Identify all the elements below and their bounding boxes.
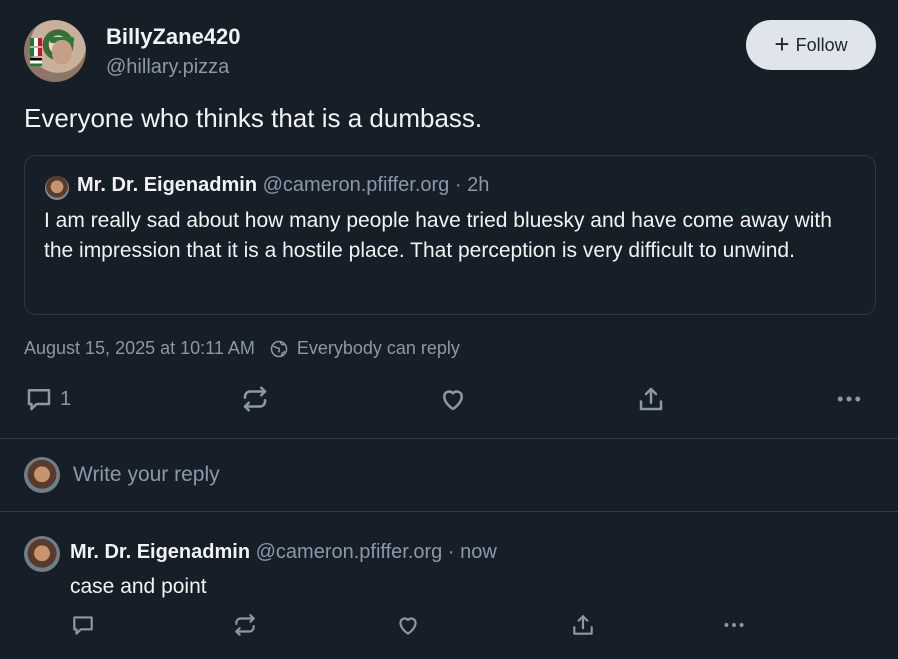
follow-label: Follow <box>795 34 848 55</box>
flag-sticker-2 <box>30 48 42 56</box>
speech-bubble-icon <box>73 616 93 635</box>
reply-author-avatar[interactable] <box>24 536 60 572</box>
share-icon <box>573 615 593 635</box>
flag-sticker-1 <box>30 38 42 46</box>
reply-button[interactable]: 1 <box>24 382 71 416</box>
flag-sticker-3 <box>30 58 42 66</box>
face <box>52 40 72 64</box>
reply-composer[interactable]: Write your reply <box>24 456 874 494</box>
more-dots-icon <box>837 396 861 402</box>
post-meta: August 15, 2025 at 10:11 AM Everybody ca… <box>24 338 460 359</box>
quoted-author-name: Mr. Dr. Eigenadmin <box>77 174 258 196</box>
quoted-post[interactable]: Mr. Dr. Eigenadmin @cameron.pfiffer.org … <box>24 155 876 315</box>
heart-icon <box>399 617 417 635</box>
repost-icon <box>235 614 255 636</box>
more-options-button[interactable] <box>834 382 864 416</box>
reply-placeholder: Write your reply <box>73 463 220 486</box>
heart-icon <box>443 390 463 411</box>
reply-reply-button[interactable] <box>70 612 96 643</box>
like-button[interactable] <box>438 382 468 416</box>
reply-count: 1 <box>60 387 72 410</box>
reply-more-button[interactable] <box>721 612 747 643</box>
current-user-avatar <box>24 457 60 493</box>
reply-setting[interactable]: Everybody can reply <box>297 338 460 359</box>
author-avatar[interactable] <box>24 20 86 82</box>
reply-text: case and point <box>70 575 207 598</box>
share-button[interactable] <box>636 382 666 416</box>
quoted-author-meta: @cameron.pfiffer.org · 2h <box>262 174 490 196</box>
post-text: Everyone who thinks that is a dumbass. <box>24 103 483 133</box>
globe-icon <box>270 340 288 357</box>
author-display-name[interactable]: BillyZane420 <box>106 24 241 50</box>
reply-repost-button[interactable] <box>232 612 258 643</box>
repost-button[interactable] <box>240 382 270 416</box>
post-actions: 1 <box>24 382 874 418</box>
reply-actions <box>70 612 770 640</box>
reply-author-meta: @cameron.pfiffer.org · now <box>255 541 497 563</box>
quoted-post-text: I am really sad about how many people ha… <box>44 209 832 262</box>
share-icon <box>639 387 663 411</box>
post-thread-page: BillyZane420 @hillary.pizza + Follow Eve… <box>0 0 898 659</box>
speech-bubble-icon <box>27 389 51 411</box>
author-handle[interactable]: @hillary.pizza <box>106 56 229 79</box>
plus-icon: + <box>774 29 790 59</box>
follow-button[interactable]: + Follow <box>746 20 876 70</box>
quoted-author-avatar <box>45 176 69 200</box>
reply-header: Mr. Dr. Eigenadmin @cameron.pfiffer.org … <box>70 541 497 564</box>
divider <box>0 438 898 439</box>
post-header: BillyZane420 @hillary.pizza + Follow <box>24 20 876 84</box>
quoted-post-header: Mr. Dr. Eigenadmin @cameron.pfiffer.org … <box>77 174 489 197</box>
reply-share-button[interactable] <box>570 612 596 643</box>
post-timestamp: August 15, 2025 at 10:11 AM <box>24 338 255 358</box>
more-dots-icon <box>724 623 744 627</box>
divider <box>0 511 898 512</box>
reply-author-name[interactable]: Mr. Dr. Eigenadmin <box>70 541 250 563</box>
repost-icon <box>243 386 267 412</box>
reply-like-button[interactable] <box>395 612 421 643</box>
